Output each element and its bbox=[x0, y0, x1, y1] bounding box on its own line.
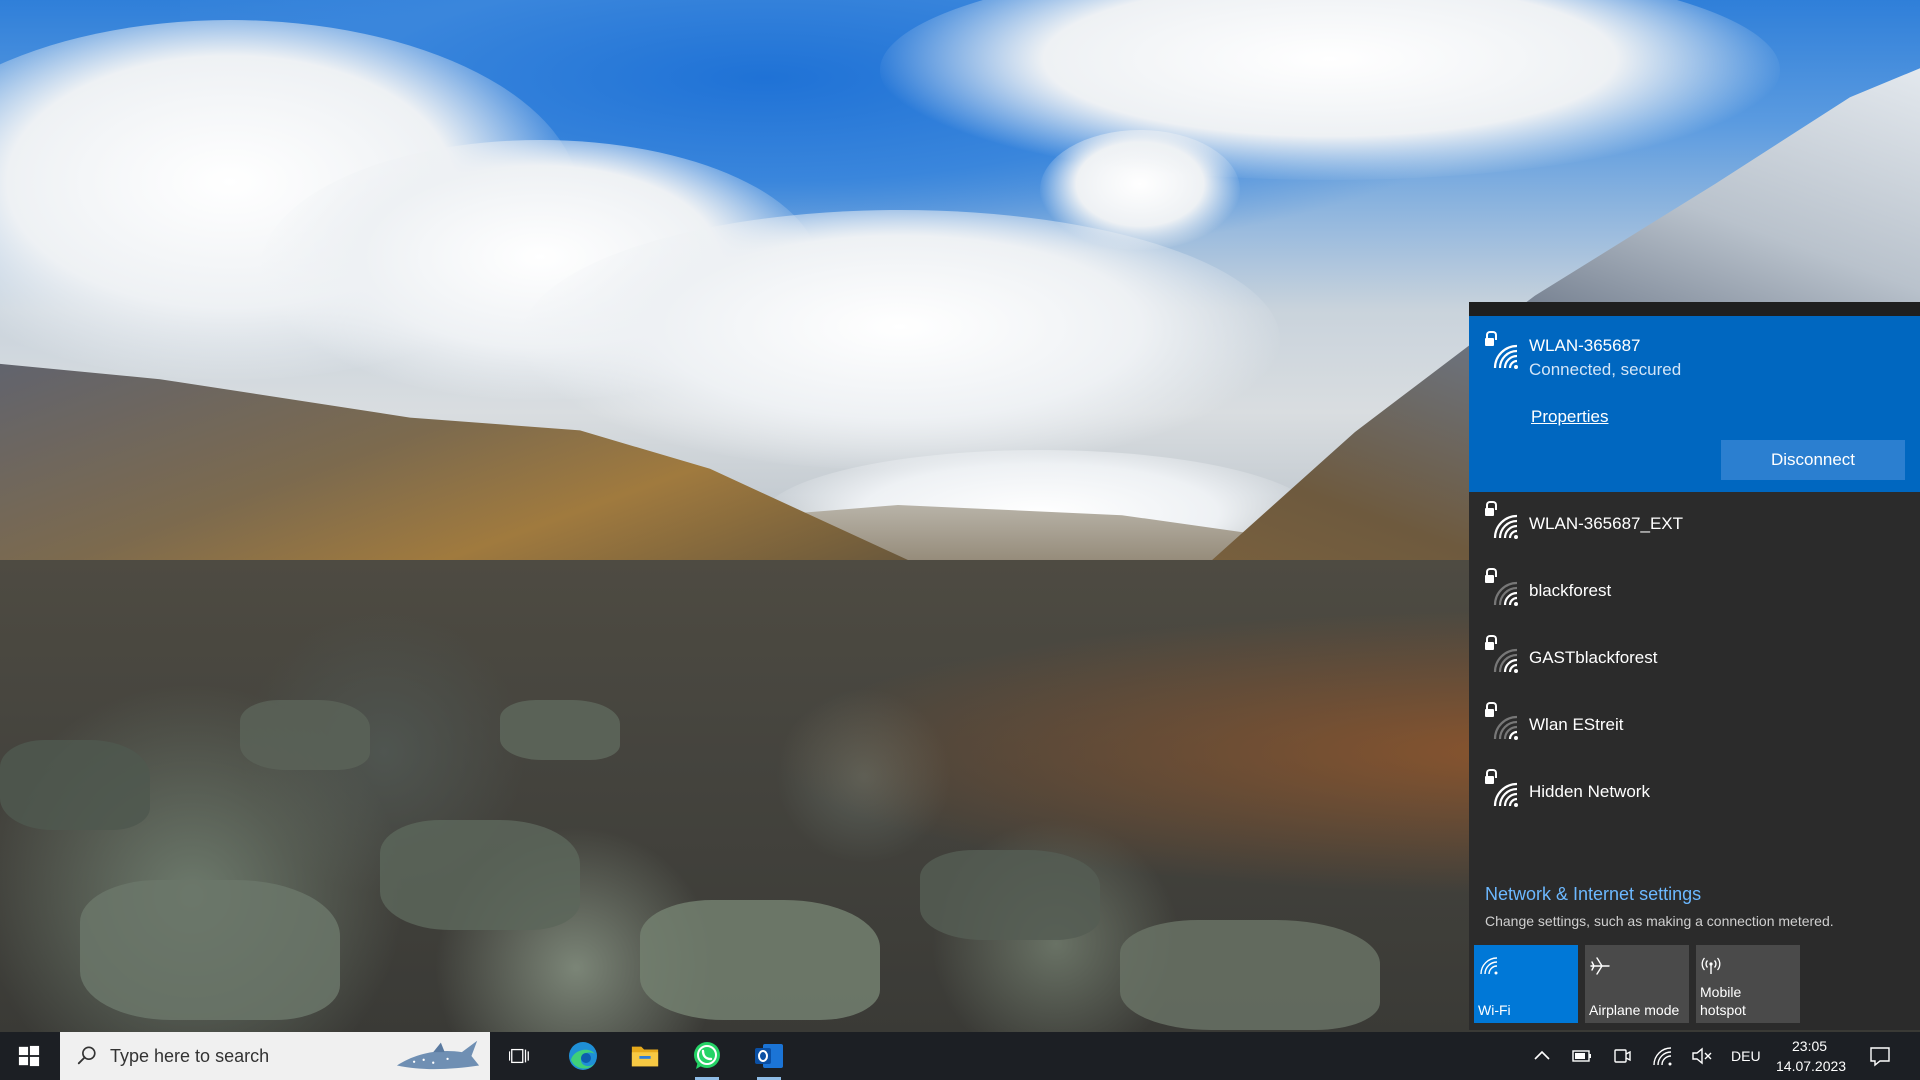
network-name: blackforest bbox=[1529, 581, 1612, 600]
network-name: Wlan EStreit bbox=[1529, 715, 1624, 734]
task-view-icon bbox=[509, 1048, 529, 1064]
clock-time[interactable]: 23:05 bbox=[1792, 1038, 1827, 1054]
clock-date[interactable]: 14.07.2023 bbox=[1776, 1058, 1846, 1074]
cloud bbox=[520, 210, 1280, 470]
rock bbox=[500, 700, 620, 760]
rock bbox=[1120, 920, 1380, 1030]
windows-logo-icon bbox=[18, 1045, 40, 1067]
whale-shark-highlight-icon bbox=[396, 1040, 480, 1070]
network-settings-link[interactable]: Network & Internet settings bbox=[1485, 884, 1701, 905]
volume-muted-icon[interactable] bbox=[1688, 1044, 1716, 1068]
rock bbox=[240, 700, 370, 770]
network-item[interactable]: blackforest bbox=[1469, 559, 1920, 626]
network-name: GASTblackforest bbox=[1529, 648, 1658, 667]
rock bbox=[380, 820, 580, 930]
wifi-signal-icon bbox=[1493, 782, 1518, 807]
taskbar: Type here to search DEU 23:05 14.07.2023 bbox=[0, 1032, 1920, 1080]
start-button[interactable] bbox=[0, 1032, 60, 1080]
connected-network-item[interactable]: WLAN-365687 Connected, secured Propertie… bbox=[1469, 316, 1920, 492]
airplane-tile-label: Airplane mode bbox=[1589, 1002, 1680, 1018]
network-name: WLAN-365687_EXT bbox=[1529, 514, 1684, 533]
rock bbox=[0, 740, 150, 830]
mobile-hotspot-tile[interactable]: Mobile hotspot bbox=[1696, 945, 1800, 1023]
wifi-icon bbox=[1480, 957, 1498, 975]
disconnect-button[interactable]: Disconnect bbox=[1721, 440, 1905, 480]
wifi-signal-icon bbox=[1493, 581, 1518, 606]
wifi-tile-label: Wi-Fi bbox=[1478, 1002, 1511, 1018]
edge-taskbar-button[interactable] bbox=[553, 1032, 613, 1080]
action-center-icon[interactable] bbox=[1866, 1044, 1894, 1068]
wifi-signal-icon bbox=[1493, 514, 1518, 539]
task-view-button[interactable] bbox=[490, 1032, 550, 1080]
wifi-signal-icon bbox=[1493, 648, 1518, 673]
edge-icon bbox=[569, 1042, 597, 1070]
airplane-mode-tile[interactable]: Airplane mode bbox=[1585, 945, 1689, 1023]
rock bbox=[80, 880, 340, 1020]
hotspot-tile-label: Mobile hotspot bbox=[1700, 984, 1746, 1018]
properties-link[interactable]: Properties bbox=[1531, 407, 1608, 427]
whatsapp-icon bbox=[694, 1042, 720, 1069]
airplane-icon bbox=[1590, 957, 1610, 975]
meet-now-icon[interactable] bbox=[1608, 1044, 1636, 1068]
outlook-taskbar-button[interactable] bbox=[739, 1032, 799, 1080]
show-hidden-icons-chevron-icon[interactable] bbox=[1528, 1044, 1556, 1068]
secured-wifi-icon bbox=[1485, 635, 1519, 676]
wifi-signal-icon bbox=[1493, 715, 1518, 740]
secured-wifi-icon bbox=[1485, 702, 1519, 743]
network-item[interactable]: Hidden Network bbox=[1469, 760, 1920, 827]
search-placeholder: Type here to search bbox=[110, 1046, 270, 1066]
whatsapp-taskbar-button[interactable] bbox=[677, 1032, 737, 1080]
wifi-tray-icon[interactable] bbox=[1648, 1044, 1676, 1068]
flyout-top-border bbox=[1469, 302, 1920, 316]
secured-wifi-icon bbox=[1485, 769, 1519, 810]
secured-wifi-icon bbox=[1485, 331, 1519, 372]
connection-status: Connected, secured bbox=[1529, 360, 1682, 379]
connected-network-name: WLAN-365687 bbox=[1529, 336, 1641, 355]
battery-icon[interactable] bbox=[1568, 1044, 1596, 1068]
hotspot-icon bbox=[1701, 957, 1721, 974]
secured-wifi-icon bbox=[1485, 568, 1519, 609]
network-settings-description: Change settings, such as making a connec… bbox=[1485, 913, 1834, 929]
file-explorer-taskbar-button[interactable] bbox=[615, 1032, 675, 1080]
rock bbox=[640, 900, 880, 1020]
wifi-toggle-tile[interactable]: Wi-Fi bbox=[1474, 945, 1578, 1023]
outlook-icon bbox=[755, 1044, 783, 1068]
file-explorer-icon bbox=[631, 1046, 659, 1067]
search-box[interactable]: Type here to search bbox=[60, 1032, 490, 1080]
network-item[interactable]: GASTblackforest bbox=[1469, 626, 1920, 693]
wifi-signal-icon bbox=[1493, 344, 1518, 369]
network-item[interactable]: WLAN-365687_EXT bbox=[1469, 492, 1920, 559]
network-name: Hidden Network bbox=[1529, 782, 1650, 801]
search-icon bbox=[77, 1046, 96, 1065]
network-item[interactable]: Wlan EStreit bbox=[1469, 693, 1920, 760]
secured-wifi-icon bbox=[1485, 501, 1519, 542]
network-flyout: WLAN-365687 Connected, secured Propertie… bbox=[1469, 302, 1920, 1030]
input-language-indicator[interactable]: DEU bbox=[1731, 1048, 1761, 1064]
rock bbox=[920, 850, 1100, 940]
